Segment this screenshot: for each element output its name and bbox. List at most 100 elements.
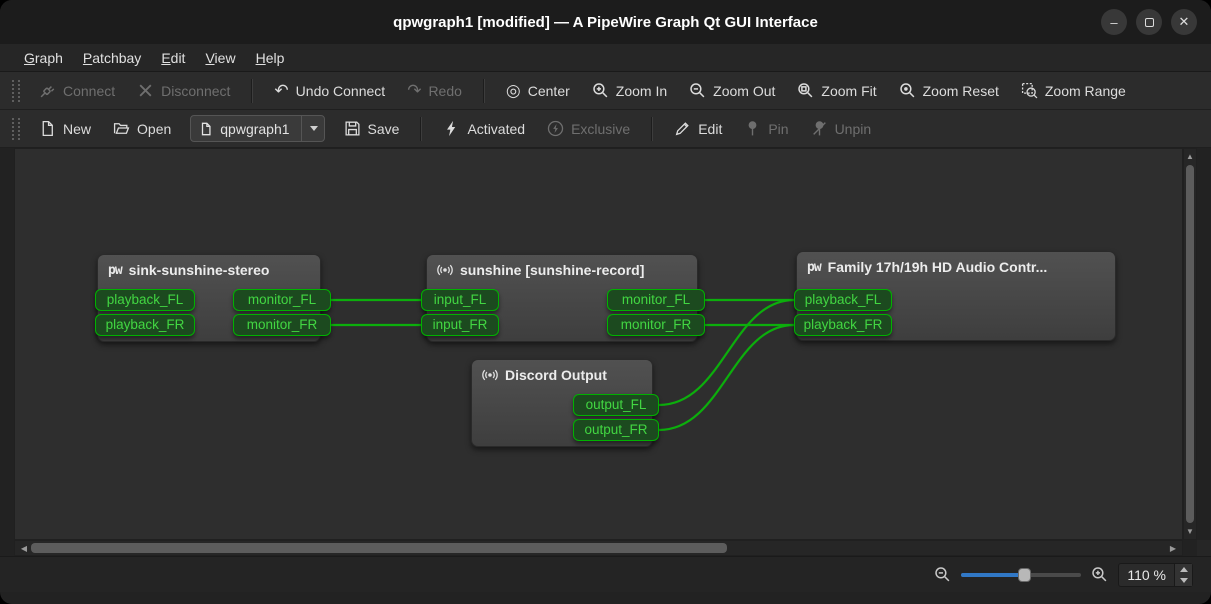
- close-button[interactable]: ✕: [1171, 9, 1197, 35]
- edit-label: Edit: [698, 121, 722, 137]
- vertical-scrollbar-handle[interactable]: [1186, 165, 1194, 523]
- scroll-down-arrow[interactable]: ▼: [1184, 527, 1196, 536]
- zoom-range-icon: [1021, 82, 1038, 99]
- menu-view[interactable]: View: [195, 47, 245, 69]
- zoom-spinbox[interactable]: 110 %: [1118, 563, 1193, 587]
- maximize-button[interactable]: [1136, 9, 1162, 35]
- menu-help[interactable]: Help: [246, 47, 295, 69]
- scroll-up-arrow[interactable]: ▲: [1184, 152, 1196, 161]
- port-output[interactable]: monitor_FL: [233, 289, 331, 311]
- zoom-in-button[interactable]: Zoom In: [583, 77, 676, 104]
- port-output[interactable]: monitor_FR: [607, 314, 705, 336]
- close-icon: ✕: [1179, 14, 1190, 30]
- activated-icon: [443, 120, 460, 137]
- connect-button[interactable]: Connect: [30, 77, 124, 104]
- patchbay-toolbar: New Open qpwgraph1 Save Act: [0, 110, 1211, 148]
- horizontal-scrollbar-handle[interactable]: [31, 543, 727, 553]
- monitor-icon: [482, 367, 498, 383]
- connect-label: Connect: [63, 83, 115, 99]
- zoom-out-button[interactable]: Zoom Out: [680, 77, 784, 104]
- port-input[interactable]: playback_FL: [794, 289, 892, 311]
- port-input[interactable]: playback_FL: [95, 289, 195, 311]
- zoom-in-icon[interactable]: [1091, 566, 1108, 583]
- center-button[interactable]: ◎ Center: [497, 78, 579, 104]
- new-label: New: [63, 121, 91, 137]
- exclusive-label: Exclusive: [571, 121, 630, 137]
- zoom-out-icon[interactable]: [934, 566, 951, 583]
- zoom-spin-down-button[interactable]: [1175, 575, 1192, 586]
- chevron-down-icon: [310, 126, 318, 131]
- graph-toolbar: Connect Disconnect ↶ Undo Connect ↷ Redo…: [0, 72, 1211, 110]
- spin-down-icon: [1180, 578, 1188, 583]
- disconnect-label: Disconnect: [161, 83, 230, 99]
- pin-button[interactable]: Pin: [735, 115, 797, 142]
- redo-button[interactable]: ↷ Redo: [398, 78, 471, 104]
- toolbar-separator: [651, 117, 653, 141]
- spin-up-icon: [1180, 567, 1188, 572]
- zoom-slider[interactable]: [961, 566, 1081, 584]
- node-title: sink-sunshine-stereo: [129, 262, 270, 278]
- pipewire-icon: pw: [108, 263, 122, 278]
- activated-label: Activated: [467, 121, 525, 137]
- pin-icon: [744, 120, 761, 137]
- port-output[interactable]: output_FL: [573, 394, 659, 416]
- patchbay-file-icon: [199, 122, 213, 136]
- zoom-range-label: Zoom Range: [1045, 83, 1126, 99]
- menu-graph[interactable]: Graph: [14, 47, 73, 69]
- toolbar-drag-handle[interactable]: [12, 80, 20, 102]
- connections-layer: [15, 149, 1183, 540]
- vertical-scrollbar[interactable]: ▲ ▼: [1183, 148, 1197, 540]
- port-input[interactable]: playback_FR: [95, 314, 195, 336]
- patchbay-selector[interactable]: qpwgraph1: [190, 115, 324, 142]
- port-output[interactable]: monitor_FL: [607, 289, 705, 311]
- maximize-icon: [1145, 18, 1154, 27]
- undo-connect-label: Undo Connect: [296, 83, 386, 99]
- save-icon: [344, 120, 361, 137]
- unpin-button[interactable]: Unpin: [802, 115, 881, 142]
- zoom-fit-icon: [797, 82, 814, 99]
- toolbar-separator: [251, 79, 253, 103]
- new-button[interactable]: New: [30, 115, 100, 142]
- port-input[interactable]: input_FR: [421, 314, 499, 336]
- port-output[interactable]: monitor_FR: [233, 314, 331, 336]
- disconnect-button[interactable]: Disconnect: [128, 77, 239, 104]
- node-title: sunshine [sunshine-record]: [460, 262, 644, 278]
- graph-canvas[interactable]: pw sink-sunshine-stereo playback_FL play…: [14, 148, 1183, 540]
- zoom-range-button[interactable]: Zoom Range: [1012, 77, 1135, 104]
- menu-patchbay[interactable]: Patchbay: [73, 47, 151, 69]
- port-output[interactable]: output_FR: [573, 419, 659, 441]
- scroll-left-arrow[interactable]: ◀: [17, 544, 31, 553]
- horizontal-scrollbar[interactable]: ◀ ▶: [14, 540, 1183, 556]
- zoom-fit-label: Zoom Fit: [821, 83, 876, 99]
- activated-button[interactable]: Activated: [434, 115, 534, 142]
- new-file-icon: [39, 120, 56, 137]
- zoom-slider-fill: [961, 573, 1023, 577]
- toolbar-separator: [483, 79, 485, 103]
- minimize-button[interactable]: –: [1101, 9, 1127, 35]
- save-button[interactable]: Save: [335, 115, 409, 142]
- zoom-in-label: Zoom In: [616, 83, 667, 99]
- connect-icon: [39, 82, 56, 99]
- zoom-reset-label: Zoom Reset: [923, 83, 999, 99]
- menu-edit[interactable]: Edit: [151, 47, 195, 69]
- exclusive-button[interactable]: Exclusive: [538, 115, 639, 142]
- toolbar-drag-handle[interactable]: [12, 118, 20, 140]
- minimize-icon: –: [1110, 15, 1117, 30]
- zoom-reset-button[interactable]: Zoom Reset: [890, 77, 1008, 104]
- unpin-label: Unpin: [835, 121, 872, 137]
- scroll-right-arrow[interactable]: ▶: [1166, 544, 1180, 553]
- disconnect-icon: [137, 82, 154, 99]
- zoom-spin-up-button[interactable]: [1175, 564, 1192, 575]
- port-input[interactable]: input_FL: [421, 289, 499, 311]
- zoom-value[interactable]: 110 %: [1119, 567, 1174, 583]
- node-title: Family 17h/19h HD Audio Contr...: [828, 259, 1048, 275]
- title-bar: qpwgraph1 [modified] — A PipeWire Graph …: [0, 0, 1211, 44]
- edit-button[interactable]: Edit: [665, 115, 731, 142]
- zoom-slider-handle[interactable]: [1018, 568, 1031, 582]
- undo-connect-button[interactable]: ↶ Undo Connect: [265, 78, 394, 104]
- zoom-fit-button[interactable]: Zoom Fit: [788, 77, 885, 104]
- open-folder-icon: [113, 120, 130, 137]
- port-input[interactable]: playback_FR: [794, 314, 892, 336]
- open-button[interactable]: Open: [104, 115, 180, 142]
- status-bar: 110 %: [0, 556, 1211, 592]
